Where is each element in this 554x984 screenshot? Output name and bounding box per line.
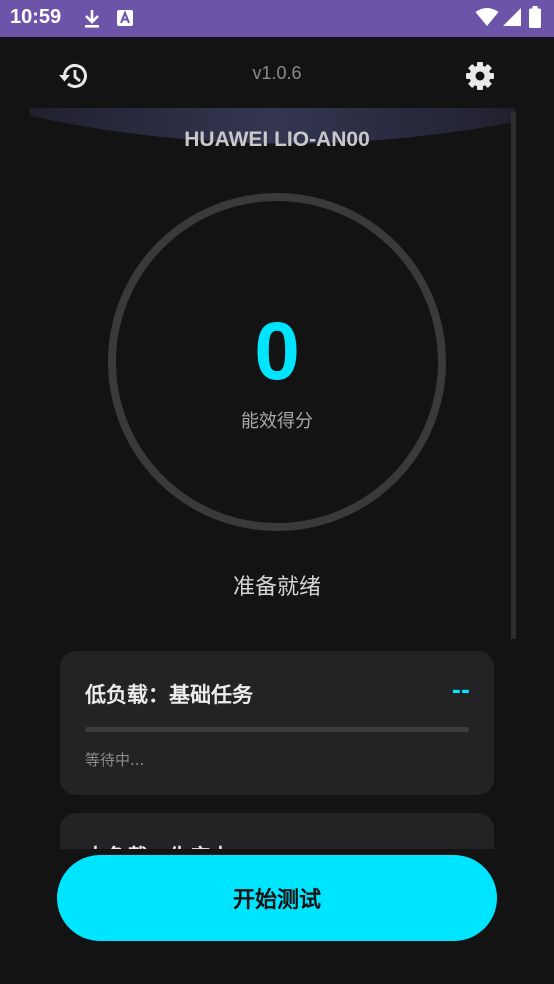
task-status: 等待中... — [85, 751, 145, 769]
gear-icon — [466, 62, 494, 90]
battery-icon — [529, 6, 541, 32]
task-progress-bar — [85, 727, 469, 732]
task-card: 低负载：基础任务 -- 等待中... — [60, 651, 494, 795]
top-app-bar: v1.0.6 — [0, 37, 554, 113]
start-test-button[interactable]: 开始测试 — [57, 855, 497, 941]
task-score: -- — [451, 679, 470, 704]
task-title: 低负载：基础任务 — [85, 683, 253, 707]
test-status: 准备就绪 — [232, 575, 321, 600]
app-notification-icon — [116, 9, 134, 31]
status-time: 10:59 — [10, 6, 62, 28]
download-icon — [82, 8, 102, 34]
signal-icon — [502, 7, 522, 31]
settings-button[interactable] — [460, 56, 500, 96]
wifi-icon — [475, 7, 499, 31]
device-name: HUAWEI LIO-AN00 — [184, 128, 370, 151]
status-bar: 10:59 — [0, 0, 554, 37]
score-label: 能效得分 — [241, 411, 313, 432]
score-value: 0 — [254, 306, 300, 397]
